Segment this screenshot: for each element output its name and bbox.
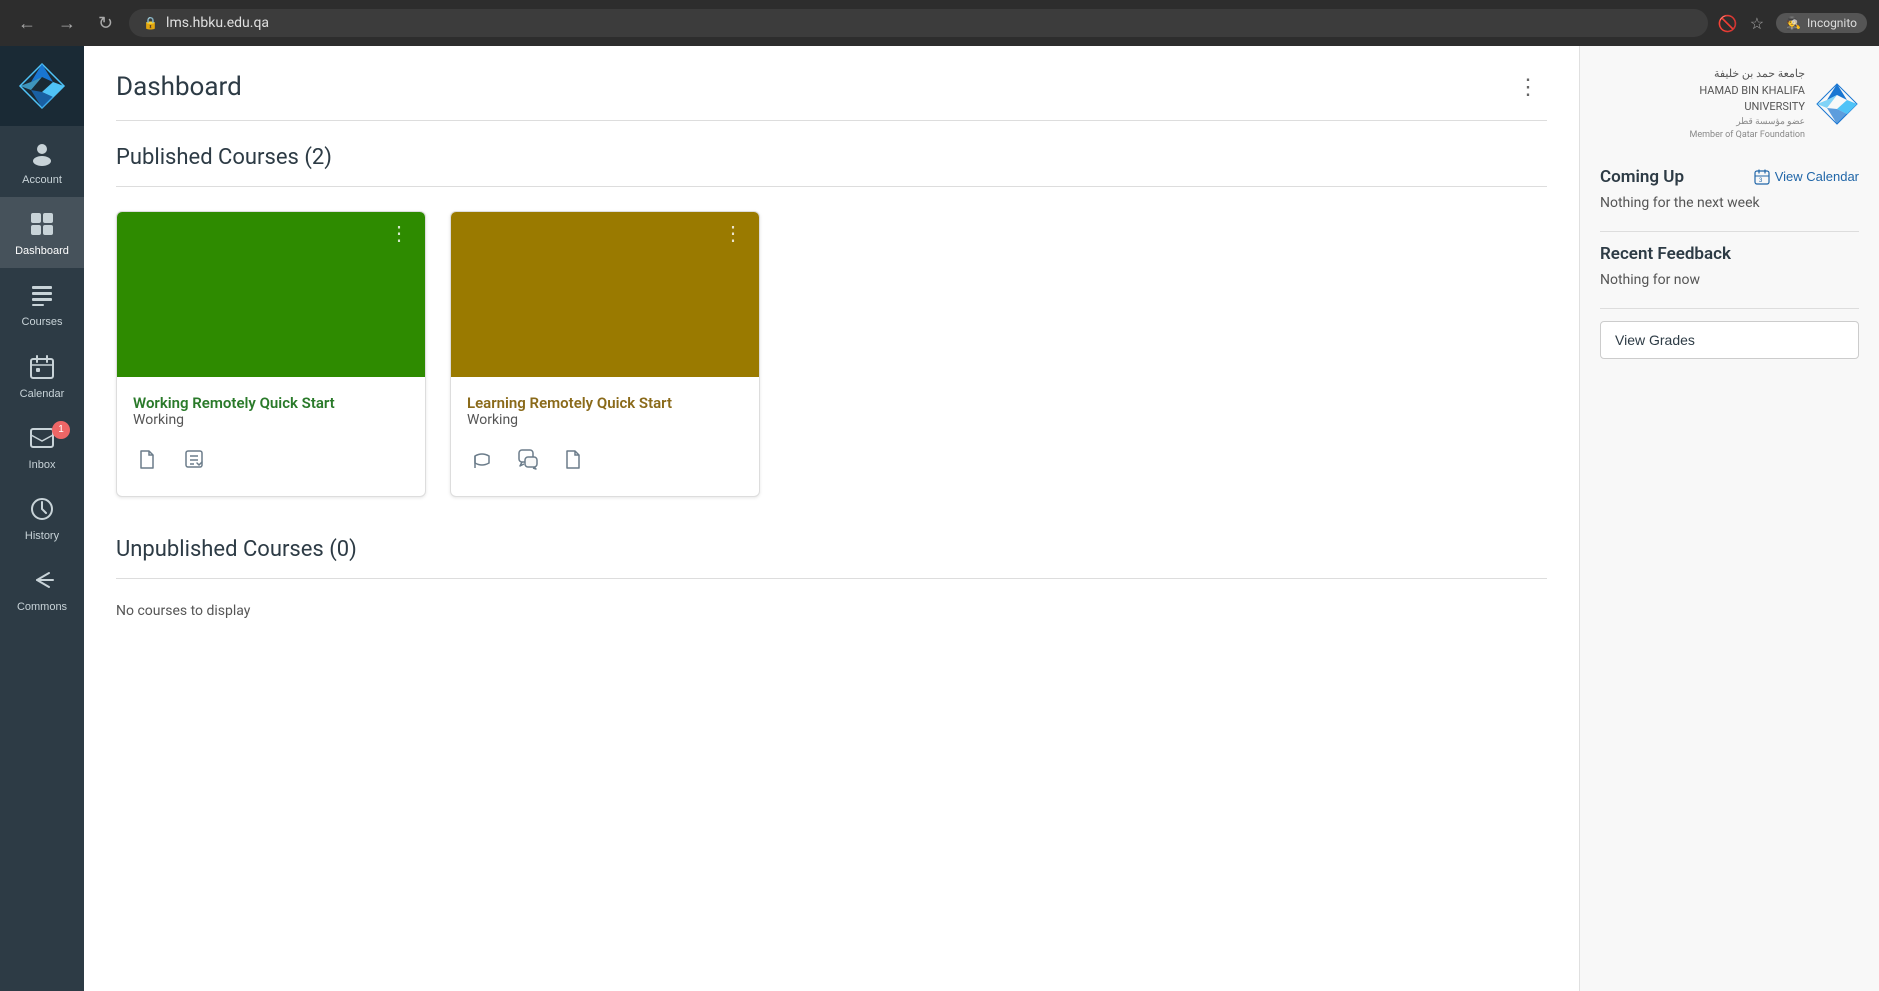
rs-divider-1 [1600, 231, 1859, 232]
sidebar-item-courses-label: Courses [22, 316, 63, 329]
course-card-1-icons [133, 444, 409, 480]
back-button[interactable]: ← [12, 9, 42, 38]
course-card-2-icons [467, 444, 743, 480]
course-card-2-discussions-icon[interactable] [513, 444, 543, 480]
course-card-2-title[interactable]: Learning Remotely Quick Start [467, 394, 672, 412]
sidebar-item-courses[interactable]: Courses [0, 268, 84, 339]
sidebar-item-inbox-label: Inbox [29, 459, 56, 472]
view-calendar-label: View Calendar [1775, 169, 1859, 184]
dashboard-icon [29, 211, 55, 241]
sidebar-item-calendar[interactable]: Calendar [0, 340, 84, 411]
forward-button[interactable]: → [52, 9, 82, 38]
recent-feedback-text: Nothing for now [1600, 272, 1859, 288]
unpublished-courses-title: Unpublished Courses (0) [116, 537, 1547, 562]
address-bar[interactable]: 🔒 lms.hbku.edu.qa [129, 9, 1708, 37]
camera-off-icon: 🚫 [1718, 14, 1738, 33]
coming-up-text: Nothing for the next week [1600, 195, 1859, 211]
view-grades-button[interactable]: View Grades [1600, 321, 1859, 359]
course-card-2-image: ⋮ [451, 212, 759, 377]
university-logo: جامعة حمد بن خليفة HAMAD BIN KHALIFA UNI… [1600, 66, 1859, 143]
university-sub-en: Member of Qatar Foundation [1690, 129, 1806, 143]
course-card-1-assignments-icon[interactable] [179, 444, 209, 480]
sidebar-item-calendar-label: Calendar [20, 388, 65, 401]
history-icon [29, 496, 55, 526]
app-container: Account Dashboard [0, 46, 1879, 991]
course-card-2-files-icon[interactable] [559, 444, 589, 480]
university-name-ar: جامعة حمد بن خليفة [1690, 66, 1806, 83]
sidebar-item-account[interactable]: Account [0, 126, 84, 197]
sidebar-item-dashboard[interactable]: Dashboard [0, 197, 84, 268]
university-name-en2: UNIVERSITY [1690, 99, 1806, 116]
course-card-1-image: ⋮ [117, 212, 425, 377]
no-courses-text: No courses to display [116, 603, 1547, 619]
course-card-1: ⋮ Working Remotely Quick Start Working [116, 211, 426, 497]
published-divider [116, 186, 1547, 187]
sidebar-item-commons-label: Commons [17, 601, 67, 614]
coming-up-title: Coming Up [1600, 167, 1684, 187]
recent-feedback-section: Recent Feedback Nothing for now [1600, 244, 1859, 288]
calendar-icon [29, 354, 55, 384]
browser-chrome: ← → ↻ 🔒 lms.hbku.edu.qa 🚫 ☆ 🕵 Incognito [0, 0, 1879, 46]
recent-feedback-title: Recent Feedback [1600, 244, 1859, 264]
sidebar: Account Dashboard [0, 46, 84, 991]
university-text: جامعة حمد بن خليفة HAMAD BIN KHALIFA UNI… [1690, 66, 1806, 143]
right-sidebar: جامعة حمد بن خليفة HAMAD BIN KHALIFA UNI… [1579, 46, 1879, 991]
unpublished-divider [116, 578, 1547, 579]
page-title: Dashboard [116, 72, 242, 102]
star-icon: ☆ [1750, 14, 1764, 33]
rs-divider-2 [1600, 308, 1859, 309]
course-card-1-subtitle: Working [133, 412, 409, 428]
courses-icon [29, 282, 55, 312]
lock-icon: 🔒 [143, 16, 158, 30]
courses-grid: ⋮ Working Remotely Quick Start Working [116, 211, 1547, 497]
university-name-en: HAMAD BIN KHALIFA [1690, 83, 1806, 100]
header-divider [116, 120, 1547, 121]
course-card-1-menu-button[interactable]: ⋮ [383, 222, 415, 246]
incognito-icon: 🕵 [1786, 16, 1801, 30]
course-card-2-subtitle: Working [467, 412, 743, 428]
url-text: lms.hbku.edu.qa [166, 15, 269, 31]
header-menu-button[interactable]: ⋮ [1509, 70, 1547, 104]
sidebar-item-history-label: History [25, 530, 59, 543]
incognito-badge: 🕵 Incognito [1776, 13, 1867, 33]
reload-button[interactable]: ↻ [92, 9, 119, 38]
sidebar-item-history[interactable]: History [0, 482, 84, 553]
calendar-small-icon: 3 [1754, 169, 1770, 185]
course-card-2-announcements-icon[interactable] [467, 444, 497, 480]
course-card-2: ⋮ Learning Remotely Quick Start Working [450, 211, 760, 497]
svg-text:3: 3 [1759, 178, 1763, 184]
sidebar-item-account-label: Account [22, 174, 62, 187]
sidebar-item-commons[interactable]: Commons [0, 553, 84, 624]
course-card-2-menu-button[interactable]: ⋮ [717, 222, 749, 246]
page-header: Dashboard ⋮ [116, 70, 1547, 104]
sidebar-item-inbox[interactable]: 1 Inbox [0, 411, 84, 482]
coming-up-header: Coming Up 3 View Calendar [1600, 167, 1859, 187]
sidebar-logo [0, 46, 84, 126]
course-card-1-body: Working Remotely Quick Start Working [117, 377, 425, 496]
inbox-badge: 1 [52, 421, 70, 439]
app-logo [18, 62, 66, 110]
coming-up-section: Coming Up 3 View Calendar Nothing for th… [1600, 167, 1859, 211]
course-card-1-title[interactable]: Working Remotely Quick Start [133, 394, 335, 412]
university-logo-icon [1815, 82, 1859, 126]
main-content: Dashboard ⋮ Published Courses (2) ⋮ Work… [84, 46, 1579, 991]
commons-icon [29, 567, 55, 597]
course-card-2-body: Learning Remotely Quick Start Working [451, 377, 759, 496]
view-grades-label: View Grades [1615, 332, 1695, 348]
course-card-1-files-icon[interactable] [133, 444, 163, 480]
browser-actions: 🚫 ☆ 🕵 Incognito [1718, 13, 1867, 33]
published-courses-title: Published Courses (2) [116, 145, 1547, 170]
sidebar-item-dashboard-label: Dashboard [15, 245, 69, 258]
account-icon [29, 140, 55, 170]
view-calendar-button[interactable]: 3 View Calendar [1754, 169, 1859, 185]
university-sub: عضو مؤسسة قطر [1690, 116, 1806, 130]
